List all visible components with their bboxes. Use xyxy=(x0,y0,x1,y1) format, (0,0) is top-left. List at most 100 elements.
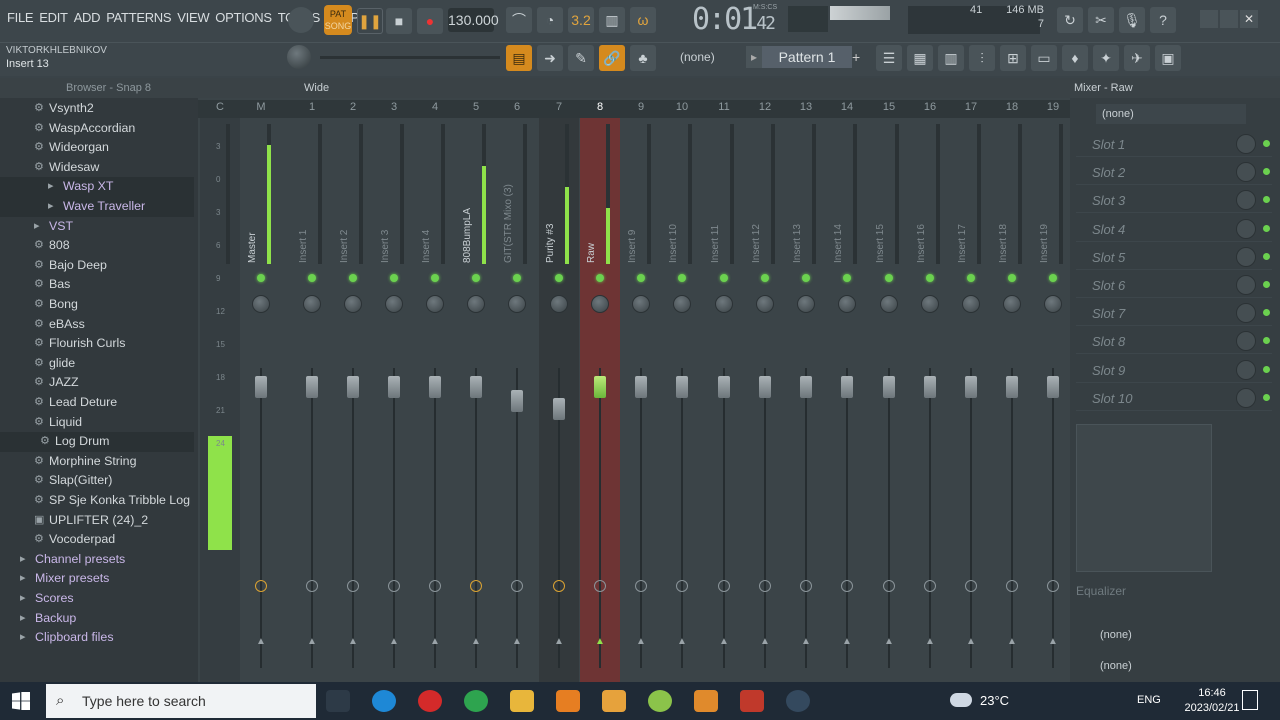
plugin-picker-icon[interactable]: ♦ xyxy=(1062,45,1088,71)
mixer-strip[interactable] xyxy=(200,118,240,682)
send-arrow-icon[interactable]: ▲ xyxy=(430,636,440,647)
mixer-strip[interactable]: Insert 4 ▲ xyxy=(415,118,455,682)
mic-icon[interactable]: 🎙 xyxy=(1119,7,1145,33)
route-knob[interactable] xyxy=(1047,580,1059,592)
send-arrow-icon[interactable]: ▲ xyxy=(348,636,358,647)
browser-item[interactable]: ⚙ Bas xyxy=(0,275,194,295)
send-arrow-icon[interactable]: ▲ xyxy=(256,636,266,647)
pan-knob[interactable] xyxy=(715,295,733,313)
effect-slot[interactable]: Slot 9 xyxy=(1076,357,1272,383)
metronome-icon[interactable]: ⌒ xyxy=(506,7,532,33)
pan-knob[interactable] xyxy=(591,295,609,313)
mute-led[interactable] xyxy=(967,274,975,282)
restore-icon[interactable] xyxy=(1220,10,1238,28)
mixer-strip[interactable]: Insert 19 ▲ xyxy=(1033,118,1073,682)
pan-knob[interactable] xyxy=(797,295,815,313)
mixer-strip[interactable]: Insert 17 ▲ xyxy=(951,118,991,682)
pan-knob[interactable] xyxy=(303,295,321,313)
mixer-strip[interactable]: GIT(STR Mixo (3) ▲ xyxy=(497,118,537,682)
route-knob[interactable] xyxy=(511,580,523,592)
send-arrow-icon[interactable]: ▲ xyxy=(760,636,770,647)
pause-button[interactable]: ❚❚ xyxy=(357,8,383,34)
pan-knob[interactable] xyxy=(838,295,856,313)
app-icon-1[interactable] xyxy=(602,690,626,712)
browser-item[interactable]: ⚙ Flourish Curls xyxy=(0,334,194,354)
pan-knob[interactable] xyxy=(344,295,362,313)
effect-slot[interactable]: Slot 1 xyxy=(1076,131,1272,157)
browser-item[interactable]: ⚙ Lead Deture xyxy=(0,393,194,413)
mute-led[interactable] xyxy=(637,274,645,282)
pan-knob[interactable] xyxy=(467,295,485,313)
effect-slot[interactable]: Slot 3 xyxy=(1076,187,1272,214)
volume-fader[interactable] xyxy=(718,376,730,398)
send-arrow-icon[interactable]: ▲ xyxy=(719,636,729,647)
mixer-icon[interactable]: ⫶ xyxy=(969,45,995,71)
slot-mix-knob[interactable] xyxy=(1236,303,1256,324)
volume-fader[interactable] xyxy=(965,376,977,398)
link-icon[interactable]: 🔗 xyxy=(599,45,625,71)
volume-fader[interactable] xyxy=(676,376,688,398)
mixer-strip[interactable]: Insert 1 ▲ xyxy=(292,118,332,682)
send-arrow-icon[interactable]: ▲ xyxy=(471,636,481,647)
browser-item[interactable]: ▣ UPLIFTER (24)_2 xyxy=(0,511,194,531)
pan-knob[interactable] xyxy=(1044,295,1062,313)
mixer-strip[interactable]: Master ▲ xyxy=(241,118,281,682)
browser-item[interactable]: ⚙ Wideorgan xyxy=(0,138,194,158)
volume-fader[interactable] xyxy=(511,390,523,412)
browser-item[interactable]: ▸ Channel presets xyxy=(0,550,194,570)
output-select[interactable]: (none) xyxy=(1100,660,1132,672)
loop-record-icon[interactable]: ω xyxy=(630,7,656,33)
route-knob[interactable] xyxy=(841,580,853,592)
send-arrow-icon[interactable]: ▲ xyxy=(595,636,605,647)
effect-slot[interactable]: Slot 10 xyxy=(1076,385,1272,411)
master-pitch-knob[interactable] xyxy=(287,45,311,69)
effect-slot[interactable]: Slot 6 xyxy=(1076,272,1272,298)
pan-knob[interactable] xyxy=(673,295,691,313)
send-arrow-icon[interactable]: ▲ xyxy=(677,636,687,647)
menu-file[interactable]: FILE xyxy=(4,10,36,25)
mute-led[interactable] xyxy=(926,274,934,282)
route-knob[interactable] xyxy=(347,580,359,592)
browser-item[interactable]: ▸ Wave Traveller xyxy=(0,197,194,217)
fl-studio-icon[interactable] xyxy=(694,690,718,712)
send-arrow-icon[interactable]: ▲ xyxy=(842,636,852,647)
pattern-prev-icon[interactable]: ▸ xyxy=(746,46,762,68)
mixer-strip[interactable]: Insert 16 ▲ xyxy=(910,118,950,682)
mixer-strip[interactable]: Insert 2 ▲ xyxy=(333,118,373,682)
route-knob[interactable] xyxy=(553,580,565,592)
route-knob[interactable] xyxy=(883,580,895,592)
route-knob[interactable] xyxy=(635,580,647,592)
pan-knob[interactable] xyxy=(385,295,403,313)
slot-mix-knob[interactable] xyxy=(1236,275,1256,295)
app-icon-3[interactable] xyxy=(740,690,764,712)
slot-mix-knob[interactable] xyxy=(1236,162,1256,183)
mixer-strip[interactable]: 808BumpLA ▲ xyxy=(456,118,496,682)
send-arrow-icon[interactable]: ▲ xyxy=(307,636,317,647)
browser-item[interactable]: ▸ Clipboard files xyxy=(0,628,194,648)
opera-icon[interactable] xyxy=(418,690,442,712)
master-volume-knob[interactable] xyxy=(288,7,314,33)
pan-knob[interactable] xyxy=(632,295,650,313)
plugin-icon[interactable]: ✦ xyxy=(1093,45,1119,71)
mixer-strip[interactable]: Insert 12 ▲ xyxy=(745,118,785,682)
pan-knob[interactable] xyxy=(1003,295,1021,313)
volume-fader[interactable] xyxy=(470,376,482,398)
mute-led[interactable] xyxy=(1008,274,1016,282)
arrow-icon[interactable]: ➜ xyxy=(537,45,563,71)
shop-icon[interactable]: ▣ xyxy=(1155,45,1181,71)
browser-item[interactable]: ▸ Mixer presets xyxy=(0,569,194,589)
mixer-strip[interactable]: Purity #3 ▲ xyxy=(539,118,579,682)
volume-fader[interactable] xyxy=(1006,376,1018,398)
edge-icon[interactable] xyxy=(372,690,396,712)
weather-icon[interactable] xyxy=(950,693,972,707)
mixer-strip[interactable]: Insert 9 ▲ xyxy=(621,118,661,682)
help-icon[interactable]: ? xyxy=(1150,7,1176,33)
mute-led[interactable] xyxy=(678,274,686,282)
browser-item[interactable]: ▸ Wasp XT xyxy=(0,177,194,197)
volume-fader[interactable] xyxy=(883,376,895,398)
stamp-icon[interactable]: ♣ xyxy=(630,45,656,71)
snap-select[interactable]: (none) xyxy=(680,50,715,64)
effect-slot[interactable]: Slot 8 xyxy=(1076,328,1272,355)
volume-fader[interactable] xyxy=(924,376,936,398)
mute-led[interactable] xyxy=(596,274,604,282)
